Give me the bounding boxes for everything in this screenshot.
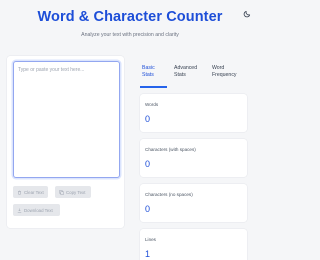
tab-word-frequency[interactable]: Word Frequency xyxy=(212,65,237,79)
active-tab-indicator xyxy=(140,86,167,88)
tab-word-frequency-line1: Word xyxy=(212,65,225,71)
tab-advanced-stats-line2: Stats xyxy=(174,72,186,78)
download-text-button[interactable]: Download Text xyxy=(13,204,60,216)
download-icon xyxy=(17,208,22,212)
stat-value: 0 xyxy=(145,114,151,124)
clear-text-label: Clear Text xyxy=(24,189,44,195)
stat-label: Characters (with spaces) xyxy=(145,147,196,152)
clear-text-button[interactable]: Clear Text xyxy=(13,186,48,198)
copy-text-label: Copy Text xyxy=(66,189,86,195)
tab-advanced-stats-line1: Advanced xyxy=(174,65,198,71)
stat-card-characters-with-spaces: Characters (with spaces) 0 xyxy=(140,139,247,177)
text-input-placeholder: Type or paste your text here... xyxy=(18,67,85,73)
text-input[interactable]: Type or paste your text here... xyxy=(13,61,120,178)
stat-label: Words xyxy=(145,102,159,107)
stat-value: 1 xyxy=(145,249,151,259)
page-title: Word & Character Counter xyxy=(37,9,223,25)
stat-value: 0 xyxy=(145,204,151,214)
stat-card-words: Words 0 xyxy=(140,94,247,132)
stat-card-lines: Lines 1 xyxy=(140,229,247,260)
stat-value: 0 xyxy=(145,159,151,169)
tab-basic-stats-line1: Basic xyxy=(142,65,155,71)
tab-basic-stats-line2: Stats xyxy=(142,72,154,78)
stat-label: Characters (no spaces) xyxy=(145,192,193,197)
trash-icon xyxy=(18,190,21,195)
download-text-label: Download Text xyxy=(24,207,53,213)
tab-word-frequency-line2: Frequency xyxy=(212,72,237,78)
app-page: Word & Character Counter Analyze your te… xyxy=(0,0,260,260)
tab-basic-stats[interactable]: Basic Stats xyxy=(142,65,155,79)
tab-advanced-stats[interactable]: Advanced Stats xyxy=(174,65,197,79)
copy-text-button[interactable]: Copy Text xyxy=(55,186,91,198)
copy-icon xyxy=(59,189,64,195)
page-subtitle: Analyze your text with precision and cla… xyxy=(81,32,179,38)
stat-label: Lines xyxy=(145,237,156,242)
stat-card-characters-no-spaces: Characters (no spaces) 0 xyxy=(140,184,247,222)
